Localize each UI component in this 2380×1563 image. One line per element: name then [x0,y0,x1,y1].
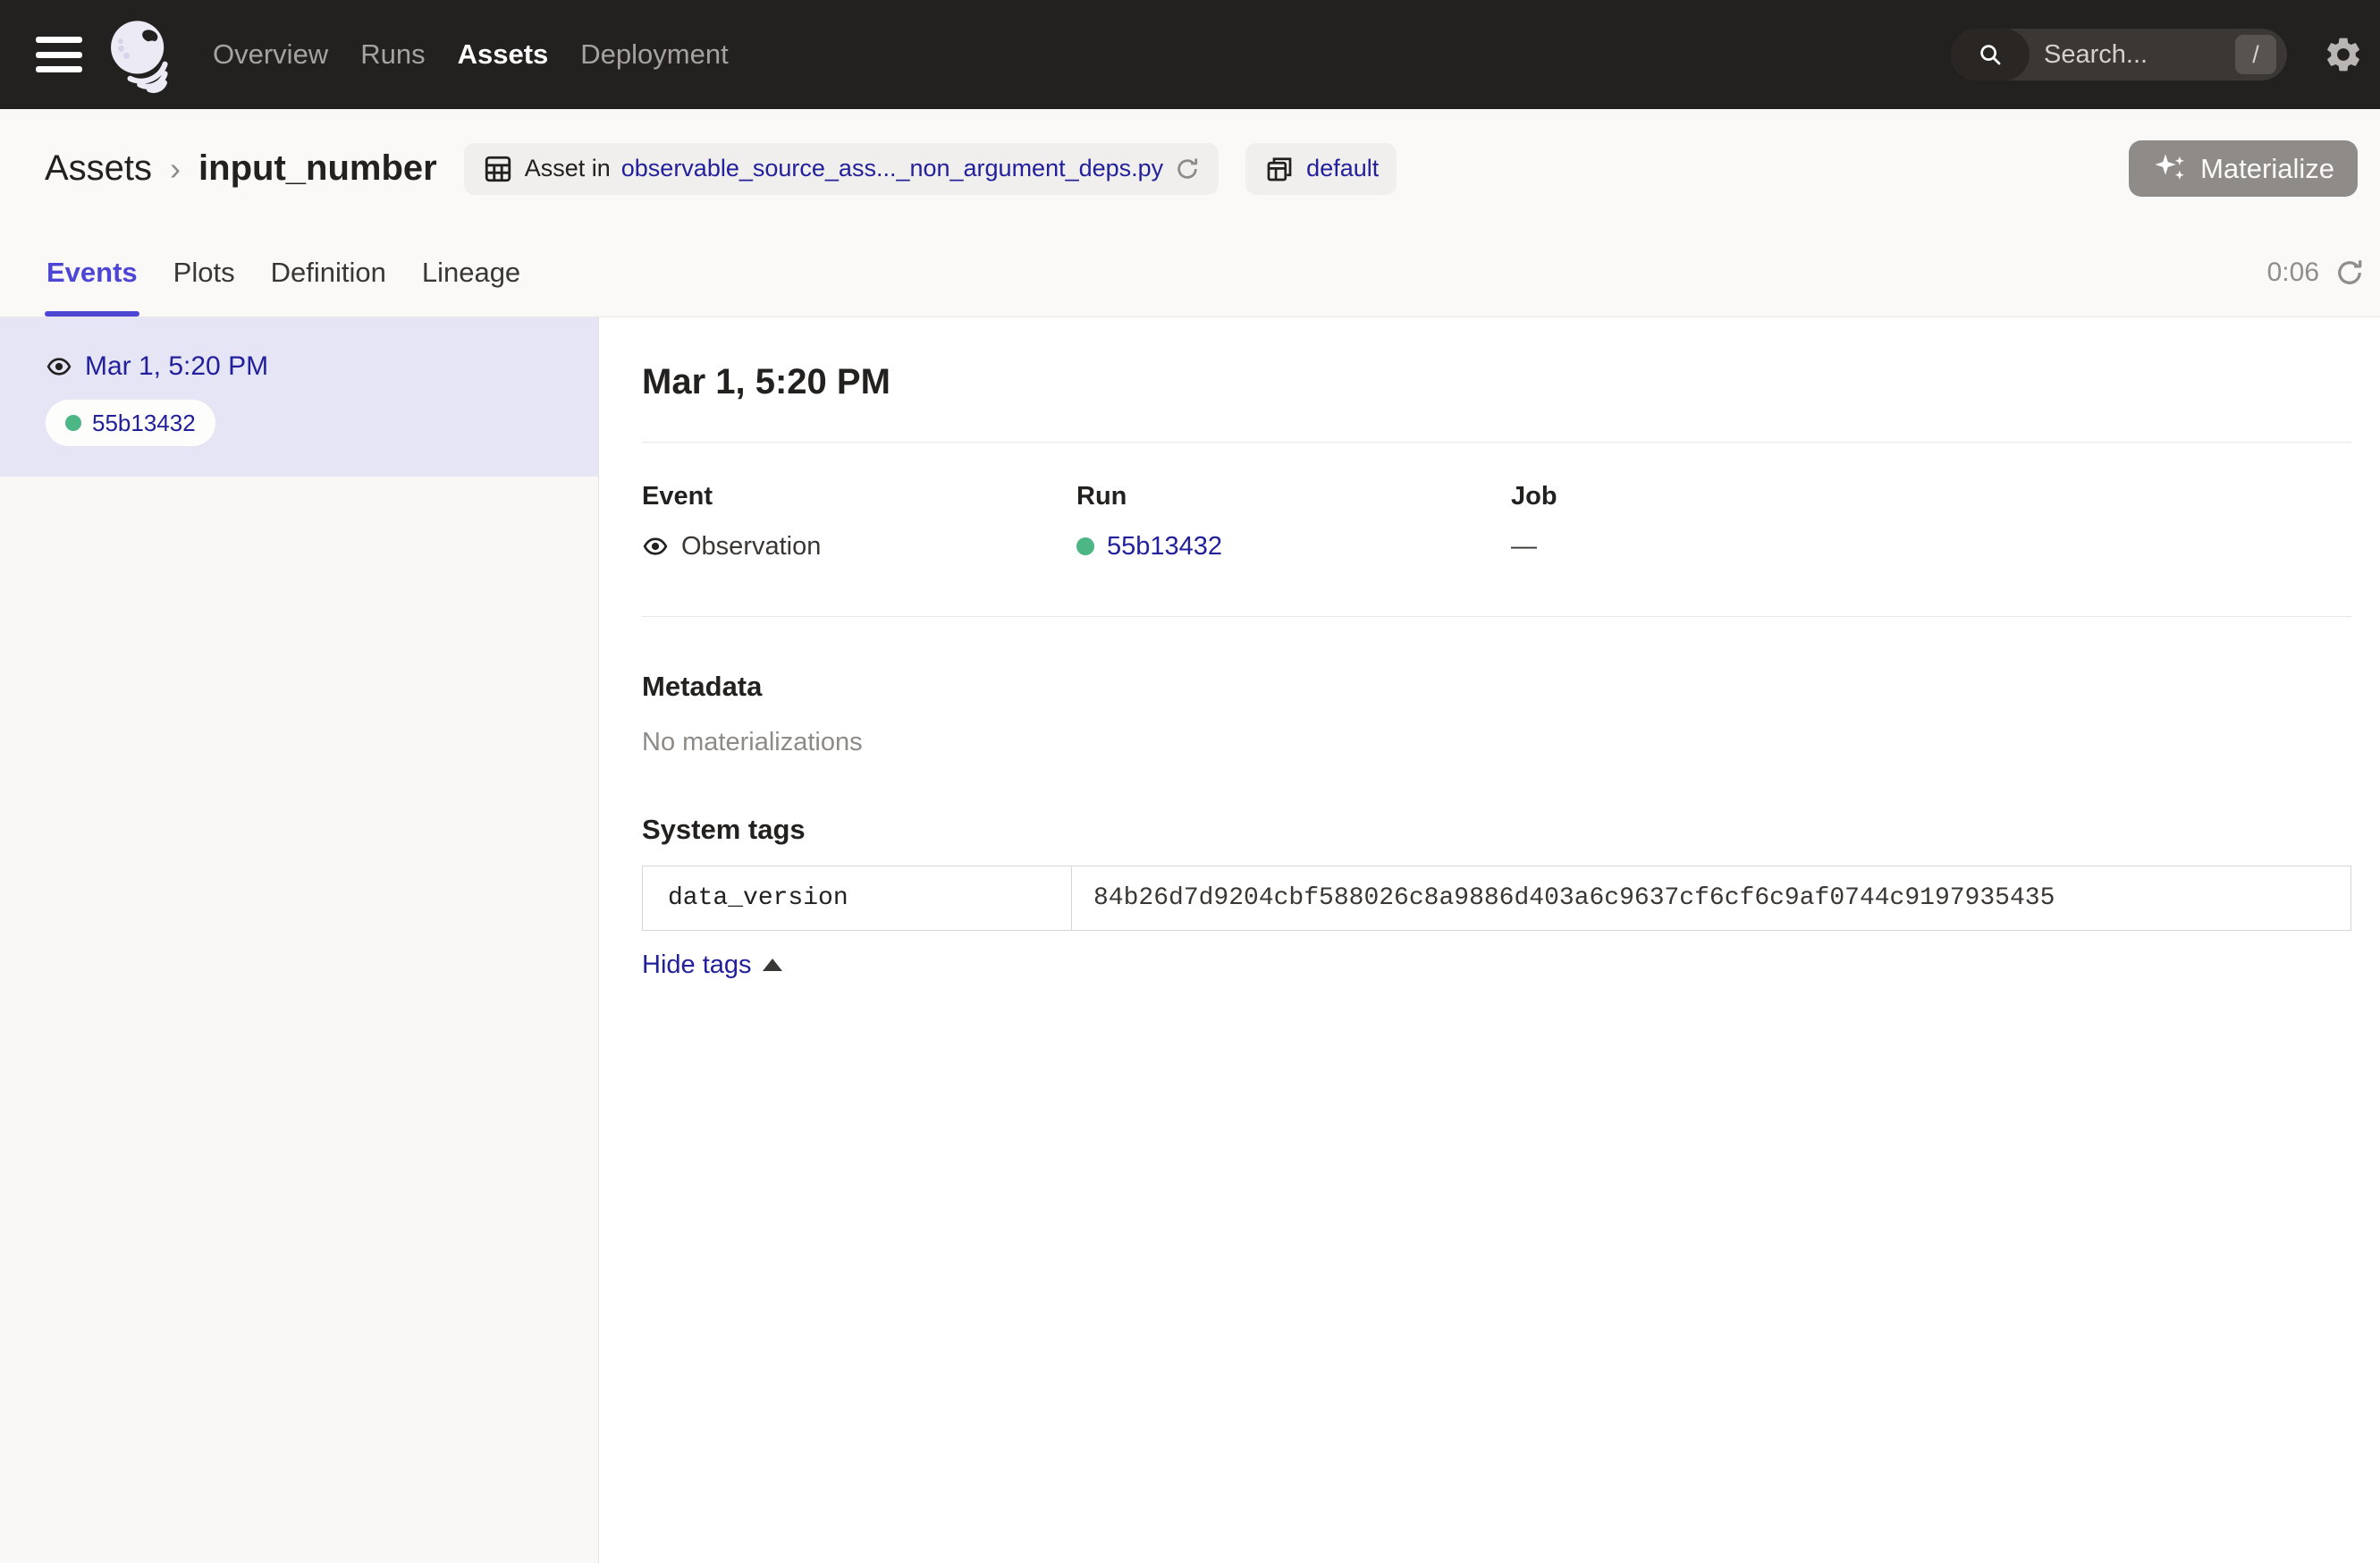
run-column-label: Run [1076,478,1511,514]
search-icon [1951,29,2030,80]
tag-value-cell: 84b26d7d9204cbf588026c8a9886d403a6c9637c… [1072,866,2350,930]
top-navigation-bar: Overview Runs Assets Deployment Search..… [0,0,2380,109]
hide-tags-label: Hide tags [642,947,752,983]
asset-tabs: Events Plots Definition Lineage [45,228,522,317]
event-summary-columns: Event Observation Run 55b13432 [642,478,2351,564]
event-type-value: Observation [681,528,821,564]
table-grid-icon [482,153,514,185]
primary-nav: Overview Runs Assets Deployment [213,38,729,71]
code-location-link[interactable]: observable_source_ass..._non_argument_de… [621,155,1163,182]
hamburger-menu-icon[interactable] [36,37,82,72]
job-column: Job — [1511,478,2351,564]
dagster-app: Overview Runs Assets Deployment Search..… [0,0,2380,1563]
tab-lineage[interactable]: Lineage [420,228,522,317]
repo-location-icon [1263,153,1295,185]
event-timestamp: Mar 1, 5:20 PM [85,351,268,382]
reload-definition-icon[interactable] [1174,156,1201,182]
event-detail-title: Mar 1, 5:20 PM [642,357,2351,407]
run-success-dot [65,415,81,431]
event-column-label: Event [642,478,1076,514]
nav-item-runs[interactable]: Runs [360,38,425,71]
divider [642,616,2351,617]
job-empty-value: — [1511,528,1537,564]
asset-page-header: Assets › input_number Asset in observabl… [0,109,2380,228]
topbar-right: Search... / [1951,29,2364,80]
search-shortcut-badge: / [2235,35,2276,74]
observation-eye-icon [46,353,72,380]
hide-tags-link[interactable]: Hide tags [642,947,782,983]
materialize-button[interactable]: Materialize [2129,140,2358,197]
system-tags-table: data_version 84b26d7d9204cbf588026c8a988… [642,866,2351,931]
tab-events[interactable]: Events [45,228,139,317]
settings-gear-icon[interactable] [2323,34,2364,75]
asset-tabs-row: Events Plots Definition Lineage 0:06 [0,228,2380,317]
job-column-label: Job [1511,478,2351,514]
refresh-countdown: 0:06 [2267,258,2319,288]
search-input[interactable]: Search... / [1951,29,2287,80]
nav-item-deployment[interactable]: Deployment [580,38,728,71]
observation-eye-icon [642,533,669,560]
event-detail-panel: Mar 1, 5:20 PM Event Observation Run [599,317,2380,1563]
divider [642,442,2351,443]
event-list-sidebar: Mar 1, 5:20 PM 55b13432 [0,317,599,1563]
page-title: input_number [198,148,437,189]
metadata-empty-text: No materializations [642,724,2351,760]
collapse-triangle-icon [763,959,782,971]
run-column: Run 55b13432 [1076,478,1511,564]
nav-item-overview[interactable]: Overview [213,38,328,71]
run-success-dot [1076,537,1094,555]
breadcrumb-assets-link[interactable]: Assets [45,148,152,189]
refresh-status: 0:06 [2267,228,2366,317]
tab-plots[interactable]: Plots [172,228,237,317]
asset-definition-pill: Asset in observable_source_ass..._non_ar… [464,143,1219,195]
refresh-icon[interactable] [2334,257,2366,289]
materialize-label: Materialize [2200,153,2334,185]
dagster-logo-icon[interactable] [104,16,181,93]
nav-item-assets[interactable]: Assets [458,38,549,71]
sparkle-icon [2152,151,2188,187]
system-tags-heading: System tags [642,810,2351,849]
run-id-link: 55b13432 [92,410,196,437]
run-id-link[interactable]: 55b13432 [1107,528,1222,564]
asset-in-label: Asset in [525,155,611,182]
breadcrumb-separator: › [170,150,181,188]
tag-key-cell: data_version [643,866,1072,930]
tab-definition[interactable]: Definition [269,228,388,317]
events-body: Mar 1, 5:20 PM 55b13432 Mar 1, 5:20 PM E… [0,317,2380,1563]
search-placeholder: Search... [2044,40,2148,70]
event-run-pill[interactable]: 55b13432 [46,400,215,446]
repo-default-link[interactable]: default [1306,155,1379,182]
repo-pill: default [1245,143,1397,195]
event-list-item-selected[interactable]: Mar 1, 5:20 PM 55b13432 [0,317,598,477]
event-column: Event Observation [642,478,1076,564]
metadata-heading: Metadata [642,667,2351,706]
